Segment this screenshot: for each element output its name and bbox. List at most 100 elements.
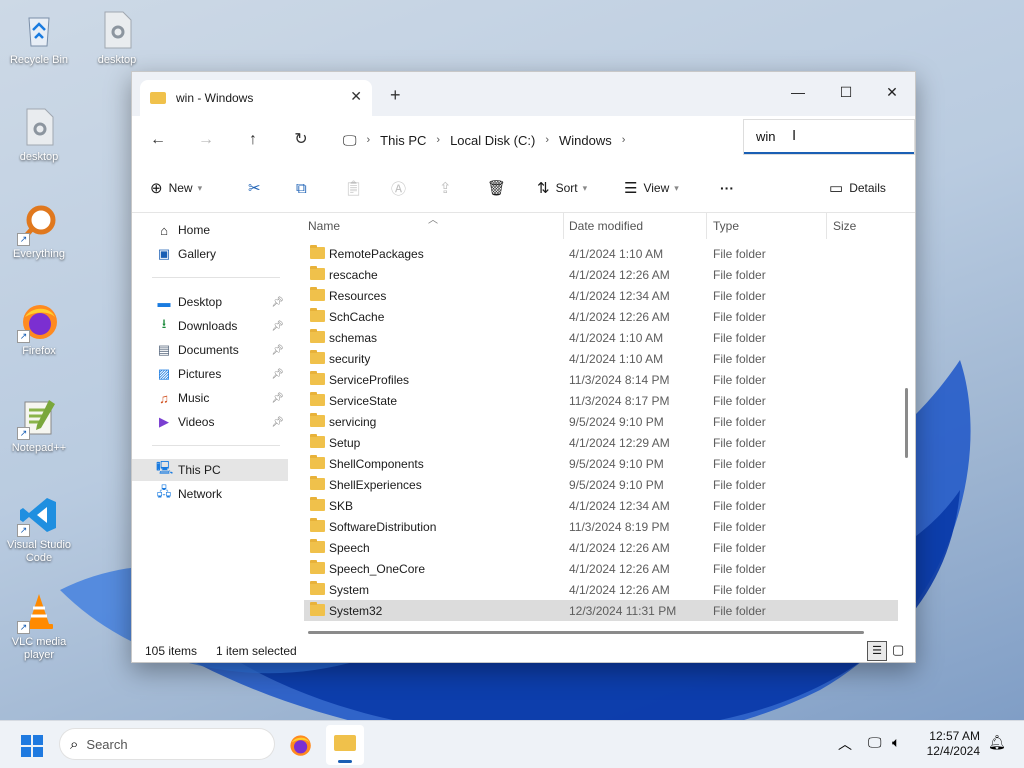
taskbar-file-explorer[interactable]	[326, 725, 364, 765]
table-row[interactable]: RemotePackages 4/1/2024 1:10 AM File folde…	[304, 243, 898, 264]
nav-item-documents[interactable]: ▤ Documents 📌︎	[132, 339, 288, 361]
chevron-up-icon[interactable]: ︿	[838, 734, 852, 754]
tab-close-icon[interactable]: ✕	[350, 88, 362, 105]
horizontal-scrollbar-thumb[interactable]	[308, 631, 864, 634]
network-status-icon[interactable]: 🖵	[868, 734, 882, 751]
nav-label: Music	[178, 391, 210, 405]
pin-icon[interactable]: 📌︎	[271, 321, 284, 332]
folder-icon	[310, 455, 325, 469]
clock[interactable]: 12:57 AM 12/4/2024	[927, 729, 980, 759]
up-arrow-icon[interactable]: ↑	[241, 128, 265, 152]
pin-icon[interactable]: 📌︎	[271, 345, 284, 356]
nav-item-gallery[interactable]: ▣ Gallery	[132, 243, 288, 265]
pin-icon[interactable]: 📌︎	[271, 417, 284, 428]
nav-item-home[interactable]: ⌂ Home	[132, 219, 288, 241]
folder-icon	[310, 434, 325, 448]
table-row[interactable]: rescache 4/1/2024 12:26 AM File folder	[304, 264, 898, 285]
shortcut-arrow-icon: ↗	[17, 621, 30, 634]
close-button[interactable]: ✕	[869, 78, 915, 106]
table-row[interactable]: Setup 4/1/2024 12:29 AM File folder	[304, 432, 898, 453]
table-row[interactable]: System 4/1/2024 12:26 AM File folder	[304, 579, 898, 600]
file-name: Resources	[329, 289, 387, 303]
breadcrumb-this-pc[interactable]: This PC	[380, 133, 426, 148]
nav-item-desktop[interactable]: ▬ Desktop 📌︎	[132, 291, 288, 313]
desktop-icon-desktop-file-2[interactable]: desktop	[7, 107, 71, 164]
search-box[interactable]: I	[744, 120, 914, 154]
table-row[interactable]: ShellExperiences 9/5/2024 9:10 PM File fol…	[304, 474, 898, 495]
desktop-icon-notepadpp[interactable]: ↗ Notepad++	[7, 398, 71, 455]
taskbar-search[interactable]: ⌕ Search	[60, 729, 274, 759]
minimize-button[interactable]: —	[775, 78, 821, 106]
table-row[interactable]: SchCache 4/1/2024 12:26 AM File folder	[304, 306, 898, 327]
table-row[interactable]: Resources 4/1/2024 12:34 AM File folder	[304, 285, 898, 306]
desktop-icon-firefox[interactable]: ↗ Firefox	[7, 301, 71, 358]
desktop-icon-everything[interactable]: ↗ Everything	[7, 204, 71, 261]
monitor-icon[interactable]: 🖵	[343, 132, 357, 149]
start-button[interactable]	[20, 734, 44, 758]
back-arrow-icon[interactable]: ←	[146, 128, 170, 152]
breadcrumb: 🖵 › This PC › Local Disk (C:) › Windows …	[337, 126, 732, 154]
table-row[interactable]: SKB 4/1/2024 12:34 AM File folder	[304, 495, 898, 516]
search-input[interactable]	[754, 127, 898, 145]
more-options-button[interactable]: ···	[720, 176, 734, 200]
desktop-icon-desktop-file[interactable]: desktop	[85, 10, 149, 67]
refresh-icon[interactable]: ↻	[289, 128, 313, 152]
table-row[interactable]: security 4/1/2024 1:10 AM File folder	[304, 348, 898, 369]
forward-arrow-icon[interactable]: →	[194, 128, 218, 152]
table-row[interactable]: ShellComponents 9/5/2024 9:10 PM File fold…	[304, 453, 898, 474]
column-divider[interactable]	[706, 213, 707, 239]
table-row[interactable]: servicing 9/5/2024 9:10 PM File folder	[304, 411, 898, 432]
nav-item-downloads[interactable]: ⭳ Downloads 📌︎	[132, 315, 288, 337]
table-row[interactable]: ServiceState 11/3/2024 8:17 PM File folder	[304, 390, 898, 411]
column-header-type[interactable]: Type	[713, 219, 739, 233]
details-view-icon[interactable]: ☰	[867, 641, 887, 661]
speaker-icon[interactable]: 🔈︎	[892, 734, 900, 751]
desktop-icon-recycle-bin[interactable]: Recycle Bin	[7, 10, 71, 67]
nav-item-network[interactable]: 🖧︎ Network	[132, 483, 288, 505]
pin-icon[interactable]: 📌︎	[271, 369, 284, 380]
column-header-name[interactable]: Name	[308, 219, 340, 233]
tiles-view-icon[interactable]: ▢	[892, 642, 904, 658]
table-row[interactable]: Speech_OneCore 4/1/2024 12:26 AM File fold…	[304, 558, 898, 579]
vertical-scrollbar-thumb[interactable]	[905, 388, 908, 458]
column-divider[interactable]	[826, 213, 827, 239]
file-type: File folder	[713, 289, 766, 303]
paste-button[interactable]: 📋︎	[344, 176, 369, 200]
taskbar-firefox[interactable]	[288, 733, 312, 757]
pin-icon[interactable]: 📌︎	[271, 297, 284, 308]
copy-button[interactable]: ⧉	[296, 176, 313, 200]
rename-icon: Ⓐ	[391, 180, 407, 198]
table-row[interactable]: ServiceProfiles 11/3/2024 8:14 PM File fol…	[304, 369, 898, 390]
sort-button[interactable]: ⇅ Sort ▾	[537, 176, 587, 200]
rename-button[interactable]: Ⓐ	[391, 176, 412, 200]
nav-item-this-pc[interactable]: 🖳︎ This PC	[132, 459, 288, 481]
new-tab-button[interactable]: +	[390, 85, 401, 106]
column-divider[interactable]	[563, 213, 564, 239]
explorer-tab[interactable]: win - Windows ✕	[140, 80, 372, 116]
notification-bell-icon[interactable]: 🔔︎	[988, 734, 1006, 751]
table-row[interactable]: schemas 4/1/2024 1:10 AM File folder	[304, 327, 898, 348]
table-row-selected[interactable]: System32 12/3/2024 11:31 PM File folder	[304, 600, 898, 621]
file-type: File folder	[713, 604, 766, 618]
new-button[interactable]: ⊕ New ▾	[150, 176, 202, 200]
table-row[interactable]: Speech 4/1/2024 12:26 AM File folder	[304, 537, 898, 558]
cut-button[interactable]: ✂	[248, 176, 267, 200]
breadcrumb-windows[interactable]: Windows	[559, 133, 612, 148]
desktop-icon-vscode[interactable]: ↗ Visual Studio Code	[7, 495, 71, 565]
column-header-size[interactable]: Size	[833, 219, 856, 233]
computer-icon: 🖳︎	[156, 460, 174, 475]
column-header-date[interactable]: Date modified	[569, 219, 643, 233]
nav-item-pictures[interactable]: ▨ Pictures 📌︎	[132, 363, 288, 385]
maximize-button[interactable]: ☐	[823, 78, 869, 106]
desktop-icon-vlc[interactable]: ↗ VLC media player	[7, 592, 71, 662]
nav-item-videos[interactable]: ▶ Videos 📌︎	[132, 411, 288, 433]
table-row[interactable]: SoftwareDistribution 11/3/2024 8:19 PM Fil…	[304, 516, 898, 537]
breadcrumb-local-disk[interactable]: Local Disk (C:)	[450, 133, 535, 148]
share-button[interactable]: ⇪	[439, 176, 458, 200]
view-button[interactable]: ☰ View ▾	[624, 176, 679, 200]
delete-button[interactable]: 🗑︎	[487, 176, 512, 200]
nav-item-music[interactable]: ♫ Music 📌︎	[132, 387, 288, 409]
details-pane-button[interactable]: ▭ Details	[829, 176, 886, 200]
shortcut-arrow-icon: ↗	[17, 427, 30, 440]
pin-icon[interactable]: 📌︎	[271, 393, 284, 404]
